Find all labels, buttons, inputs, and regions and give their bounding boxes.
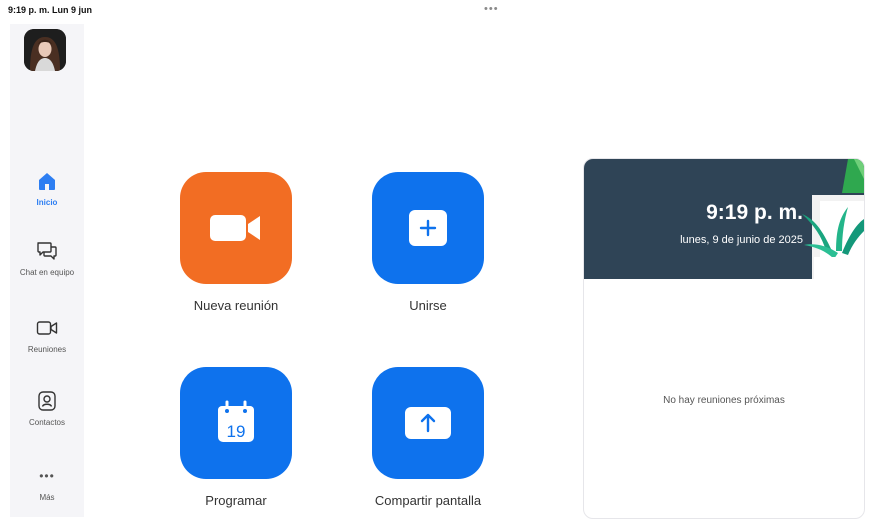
upcoming-meetings-card: 9:19 p. m. lunes, 9 de junio de 2025 No … — [583, 158, 865, 519]
join-tile[interactable] — [372, 172, 484, 284]
share-arrow-up-icon — [405, 407, 451, 439]
current-date: lunes, 9 de junio de 2025 — [680, 234, 803, 246]
join-button[interactable]: Unirse — [338, 172, 518, 313]
status-time: 9:19 p. m. Lun 9 jun — [8, 5, 93, 15]
sidebar-item-label: Inicio — [36, 198, 58, 207]
sidebar-item-reuniones[interactable]: Reuniones — [10, 316, 84, 354]
share-screen-tile[interactable] — [372, 367, 484, 479]
sidebar-item-mas[interactable]: ••• Más — [10, 464, 84, 502]
window-options-icon[interactable]: ••• — [484, 3, 499, 15]
contacts-icon — [38, 391, 56, 411]
sidebar-item-contactos[interactable]: Contactos — [10, 389, 84, 427]
home-icon — [39, 173, 55, 190]
share-screen-button[interactable]: Compartir pantalla — [338, 367, 518, 508]
profile-photo — [24, 29, 66, 71]
no-meetings-message: No hay reuniones próximas — [663, 395, 785, 406]
current-time: 9:19 p. m. — [706, 201, 803, 224]
calendar-icon: 19 — [218, 400, 254, 442]
sidebar-item-label: Más — [39, 493, 55, 502]
sidebar: Inicio Chat en equipo Reuniones Contacto… — [10, 24, 84, 517]
status-bar: 9:19 p. m. Lun 9 jun ••• — [0, 0, 869, 24]
schedule-tile[interactable]: 19 — [180, 367, 292, 479]
sidebar-item-label: Contactos — [28, 418, 66, 427]
video-camera-icon — [210, 215, 260, 241]
new-meeting-tile[interactable] — [180, 172, 292, 284]
chat-icon — [37, 242, 57, 260]
card-header: 9:19 p. m. lunes, 9 de junio de 2025 — [584, 159, 864, 279]
share-screen-label: Compartir pantalla — [374, 493, 482, 508]
sidebar-item-label: Chat en equipo — [19, 268, 75, 277]
sidebar-item-label: Reuniones — [27, 345, 67, 354]
calendar-day: 19 — [227, 422, 246, 441]
more-icon: ••• — [39, 469, 55, 483]
plus-icon — [409, 210, 447, 246]
sidebar-item-inicio[interactable]: Inicio — [10, 169, 84, 207]
schedule-label: Programar — [205, 493, 267, 508]
avatar[interactable] — [24, 29, 66, 71]
new-meeting-label: Nueva reunión — [193, 298, 279, 313]
video-icon — [36, 321, 58, 335]
sidebar-item-chat-en-equipo[interactable]: Chat en equipo — [10, 239, 84, 277]
join-label: Unirse — [409, 298, 447, 313]
new-meeting-button[interactable]: Nueva reunión — [146, 172, 326, 313]
schedule-button[interactable]: 19 Programar — [146, 367, 326, 508]
